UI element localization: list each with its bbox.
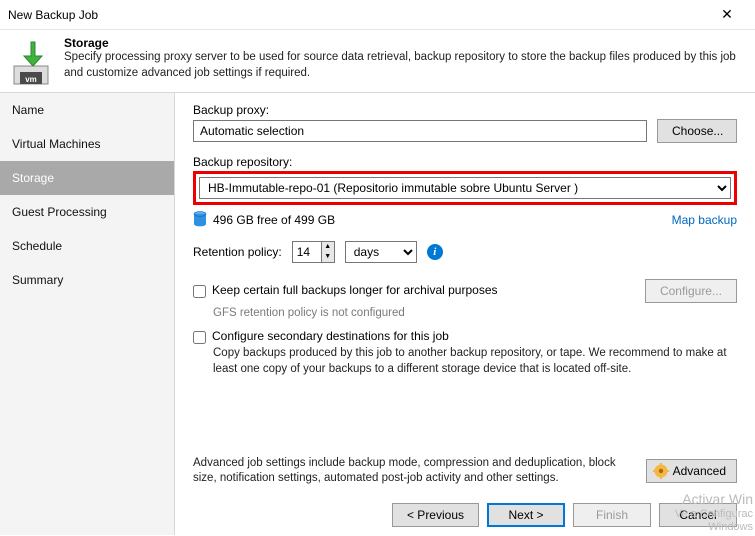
backup-proxy-input[interactable] [193,120,647,142]
previous-button[interactable]: < Previous [392,503,479,527]
sidebar-item-schedule[interactable]: Schedule [0,229,174,263]
backup-repo-label: Backup repository: [193,155,737,169]
advanced-button[interactable]: Advanced [646,459,737,483]
backup-repo-select[interactable]: HB-Immutable-repo-01 (Repositorio immuta… [199,177,731,199]
database-icon [193,211,207,229]
retention-unit-select[interactable]: days [345,241,417,263]
advanced-button-label: Advanced [673,464,726,478]
secondary-checkbox[interactable] [193,331,206,344]
cancel-button[interactable]: Cancel [659,503,737,527]
sidebar-item-virtual-machines[interactable]: Virtual Machines [0,127,174,161]
spinner-up[interactable]: ▲ [322,242,334,252]
window-title: New Backup Job [8,8,707,22]
info-icon[interactable]: i [427,244,443,260]
gfs-sub: GFS retention policy is not configured [213,307,737,319]
map-backup-link[interactable]: Map backup [672,213,737,227]
retention-value[interactable] [293,242,321,262]
header-title: Storage [64,36,743,50]
storage-icon: vm [12,40,54,82]
header-desc: Specify processing proxy server to be us… [64,50,743,81]
wizard-footer: < Previous Next > Finish Cancel [392,503,737,527]
finish-button: Finish [573,503,651,527]
sidebar-item-storage[interactable]: Storage [0,161,174,195]
next-button[interactable]: Next > [487,503,565,527]
gfs-checkbox[interactable] [193,285,206,298]
sidebar-item-summary[interactable]: Summary [0,263,174,297]
content-pane: Backup proxy: Choose... Backup repositor… [175,93,755,535]
repo-highlight: HB-Immutable-repo-01 (Repositorio immuta… [193,171,737,205]
backup-proxy-label: Backup proxy: [193,103,737,117]
sidebar-item-guest-processing[interactable]: Guest Processing [0,195,174,229]
header-text: Storage Specify processing proxy server … [64,36,743,82]
close-button[interactable]: ✕ [707,6,747,23]
titlebar: New Backup Job ✕ [0,0,755,30]
retention-label: Retention policy: [193,245,282,259]
gfs-configure-button: Configure... [645,279,737,303]
gear-icon [653,463,669,479]
advanced-text: Advanced job settings include backup mod… [193,456,632,487]
spinner-down[interactable]: ▼ [322,252,334,262]
free-space-text: 496 GB free of 499 GB [213,213,666,227]
wizard-sidebar: Name Virtual Machines Storage Guest Proc… [0,93,175,535]
secondary-label: Configure secondary destinations for thi… [212,329,449,343]
sidebar-item-name[interactable]: Name [0,93,174,127]
retention-spinner[interactable]: ▲ ▼ [292,241,335,263]
gfs-label: Keep certain full backups longer for arc… [212,283,498,297]
secondary-desc: Copy backups produced by this job to ano… [213,346,737,377]
svg-text:vm: vm [25,75,37,84]
choose-proxy-button[interactable]: Choose... [657,119,737,143]
wizard-header: vm Storage Specify processing proxy serv… [0,30,755,93]
